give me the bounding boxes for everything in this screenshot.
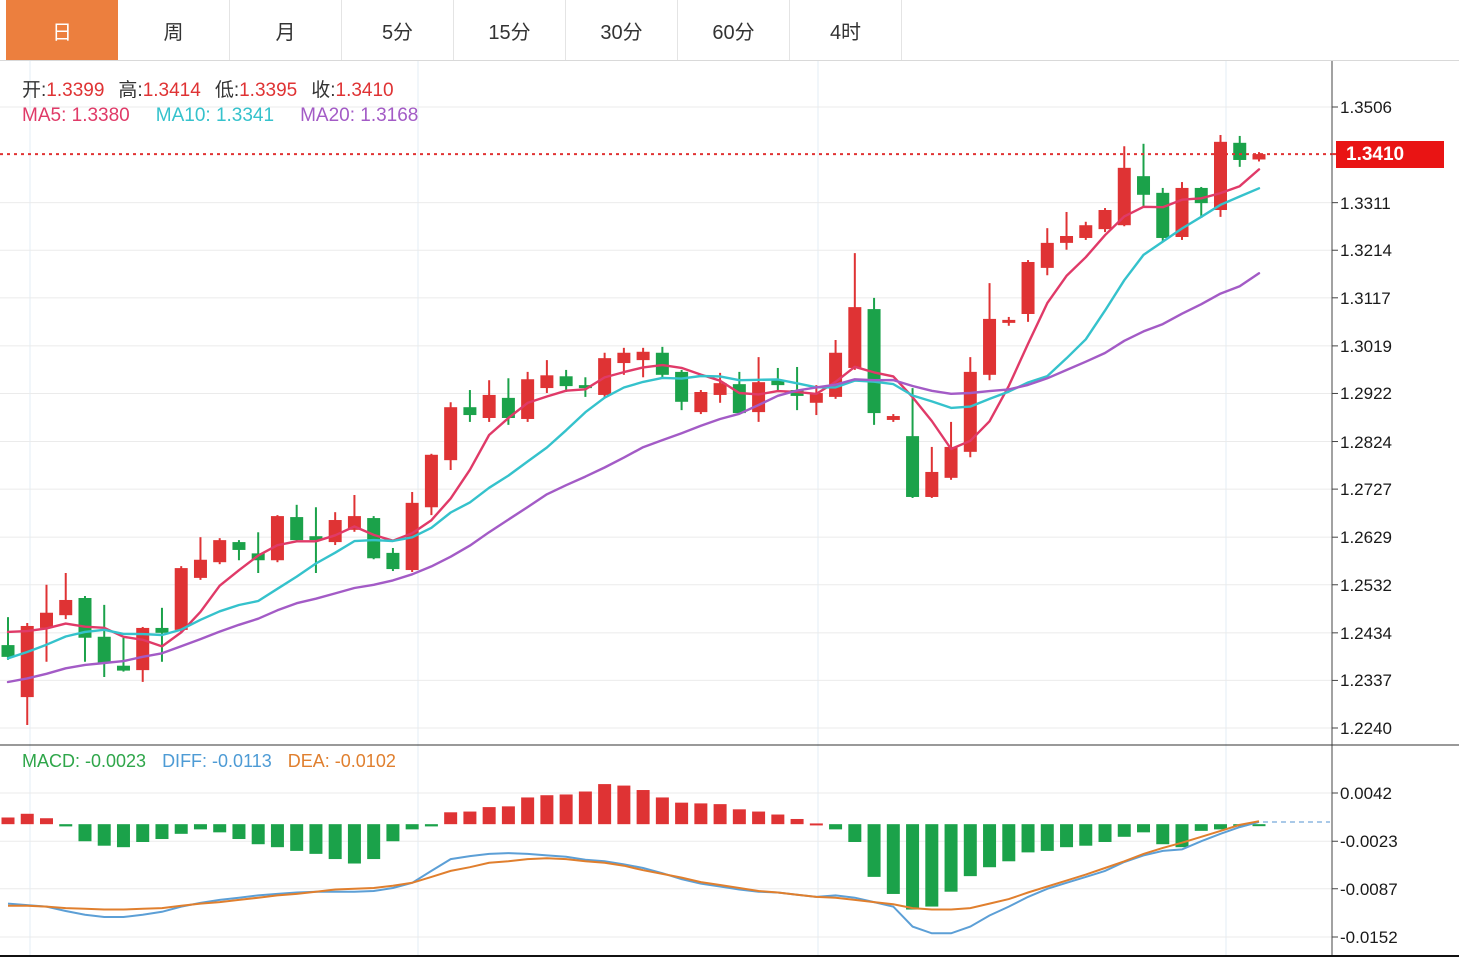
macd-tick--0.0152: -0.0152 (1340, 928, 1398, 948)
close-label: 收: (311, 80, 335, 101)
chart-canvas[interactable] (0, 0, 1459, 961)
price-tick-1.3117: 1.3117 (1340, 289, 1391, 309)
tab-3-月[interactable]: 月 (230, 0, 342, 60)
ma10-value: MA10: 1.3341 (156, 105, 274, 126)
tab-5-15分[interactable]: 15分 (454, 0, 566, 60)
ma-header: MA5: 1.3380 MA10: 1.3341 MA20: 1.3168 (22, 105, 444, 127)
timeframe-tabbar: 日周月5分15分30分60分4时 (0, 0, 1459, 61)
tab-2-周[interactable]: 周 (118, 0, 230, 60)
diff-value: DIFF: -0.0113 (162, 751, 272, 771)
macd-header: MACD: -0.0023 DIFF: -0.0113 DEA: -0.0102 (22, 751, 412, 772)
low-value: 1.3395 (239, 80, 297, 101)
price-tick-1.2532: 1.2532 (1340, 576, 1392, 596)
tab-4-5分[interactable]: 5分 (342, 0, 454, 60)
ohlc-header: 开:1.3399 高:1.3414 低:1.3395 收:1.3410 (22, 75, 408, 102)
ma10-line (8, 188, 1259, 658)
macd-tick-0.0042: 0.0042 (1340, 784, 1392, 804)
price-tick-1.2727: 1.2727 (1340, 480, 1392, 500)
price-tick-1.2824: 1.2824 (1340, 433, 1392, 453)
open-value: 1.3399 (46, 80, 104, 101)
ma20-line (8, 273, 1259, 682)
macd-tick--0.0087: -0.0087 (1340, 880, 1398, 900)
price-tick-1.3214: 1.3214 (1340, 241, 1392, 261)
price-tick-1.3506: 1.3506 (1340, 98, 1392, 118)
price-tick-1.3019: 1.3019 (1340, 337, 1392, 357)
low-label: 低: (215, 80, 239, 101)
dea-value: DEA: -0.0102 (288, 751, 396, 771)
price-tick-1.2337: 1.2337 (1340, 671, 1392, 691)
tab-7-60分[interactable]: 60分 (678, 0, 790, 60)
macd-value: MACD: -0.0023 (22, 751, 146, 771)
price-tick-1.3311: 1.3311 (1340, 194, 1391, 214)
candlestick-series (2, 135, 1266, 725)
price-tick-1.2922: 1.2922 (1340, 384, 1392, 404)
macd-histogram (2, 784, 1266, 909)
tab-6-30分[interactable]: 30分 (566, 0, 678, 60)
tab-8-4时[interactable]: 4时 (790, 0, 902, 60)
price-tick-1.2629: 1.2629 (1340, 528, 1392, 548)
trading-chart-app: 日周月5分15分30分60分4时 开:1.3399 高:1.3414 低:1.339… (0, 0, 1459, 961)
high-label: 高: (118, 80, 142, 101)
macd-tick--0.0023: -0.0023 (1340, 832, 1398, 852)
tab-1-日[interactable]: 日 (6, 0, 118, 60)
open-label: 开: (22, 80, 46, 101)
price-tick-1.2240: 1.2240 (1340, 719, 1392, 739)
price-tick-1.2434: 1.2434 (1340, 624, 1392, 644)
ma5-value: MA5: 1.3380 (22, 105, 130, 126)
high-value: 1.3414 (143, 80, 201, 101)
current-price-tag: 1.3410 (1336, 141, 1444, 168)
ma20-value: MA20: 1.3168 (300, 105, 418, 126)
close-value: 1.3410 (336, 80, 394, 101)
